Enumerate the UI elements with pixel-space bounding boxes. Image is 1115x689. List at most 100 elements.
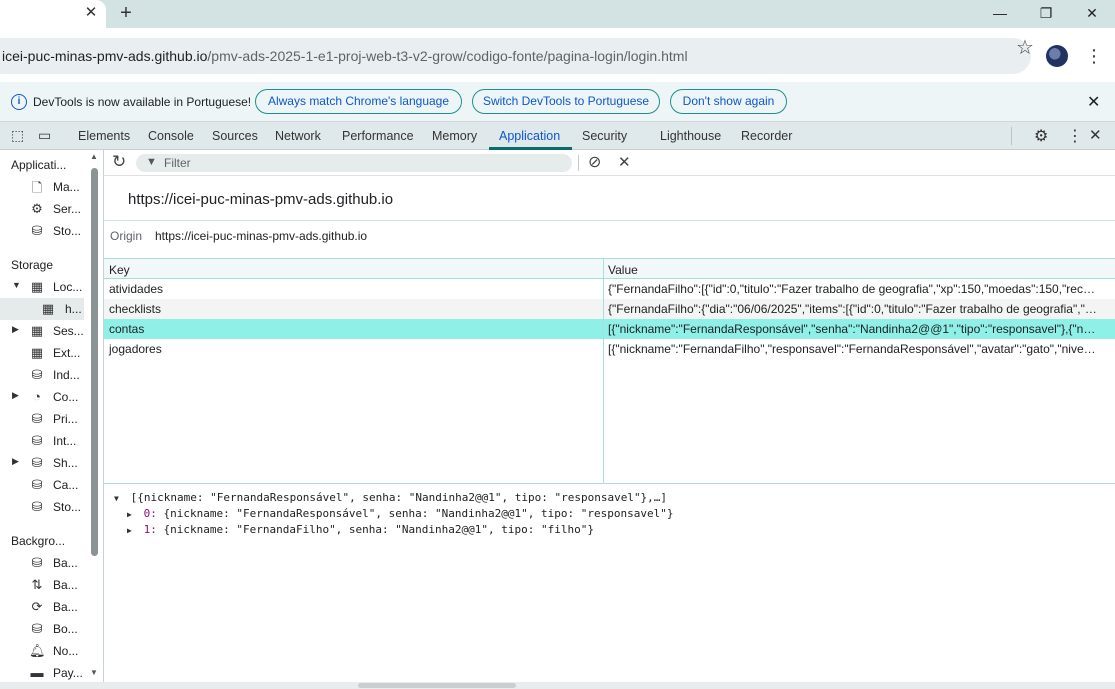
tab-application[interactable]: Application <box>499 129 560 143</box>
up-down-arrows-icon: ⇅ <box>31 577 43 592</box>
sidebar-item-back-forward-cache[interactable]: ⛁ Ba... <box>0 552 88 574</box>
tab-recorder[interactable]: Recorder <box>741 129 792 143</box>
sidebar-item-label: Ba... <box>53 578 78 592</box>
collapsed-triangle-icon[interactable]: ▶ <box>12 456 19 467</box>
devtools-menu-icon[interactable]: ⋮ <box>1067 126 1083 146</box>
dont-show-again-button[interactable]: Don't show again <box>670 89 787 114</box>
sidebar-item-local-storage[interactable]: ▼ ▦ Loc... <box>12 276 88 298</box>
preview-root[interactable]: ▼ [{nickname: "FernandaResponsável", sen… <box>114 491 667 504</box>
collapsed-triangle-icon[interactable]: ▶ <box>127 526 137 535</box>
sidebar-item-local-storage-origin[interactable]: ▦ h... <box>0 298 84 320</box>
sidebar-scrollbar-thumb[interactable] <box>91 168 98 556</box>
sidebar-item-notifications[interactable]: 🔔︎ No... <box>0 640 88 662</box>
sidebar-section-application: Applicati... <box>11 158 67 172</box>
sidebar-item-service-workers[interactable]: ⚙ Ser... <box>0 198 88 220</box>
tab-strip: ✕ + — ❐ ✕ <box>0 0 1115 28</box>
sidebar-item-extension-storage[interactable]: ▦ Ext... <box>12 342 88 364</box>
table-row[interactable]: jogadores [{"nickname":"FernandaFilho","… <box>104 339 1115 359</box>
credit-card-icon: ▬ <box>30 665 44 680</box>
restore-icon[interactable]: ❐ <box>1031 2 1061 24</box>
bookmark-star-icon[interactable]: ☆ <box>1016 35 1034 60</box>
preview-item[interactable]: ▶ 1: {nickname: "FernandaFilho", senha: … <box>127 523 594 536</box>
sidebar-item-label: Ses... <box>53 324 84 338</box>
profile-avatar[interactable] <box>1046 45 1068 67</box>
devtools-tabbar: ⬚ ▭ Elements Console Sources Network Per… <box>0 122 1115 150</box>
switch-to-portuguese-button[interactable]: Switch DevTools to Portuguese <box>472 89 660 114</box>
tab-lighthouse[interactable]: Lighthouse <box>660 129 721 143</box>
sidebar-section-background: Backgro... <box>11 534 66 548</box>
minimize-icon[interactable]: — <box>985 2 1015 24</box>
window-close-icon[interactable]: ✕ <box>1077 2 1107 24</box>
sidebar-item-label: Co... <box>53 390 79 404</box>
match-language-button[interactable]: Always match Chrome's language <box>255 89 462 114</box>
sidebar-item-storage-overview[interactable]: ⛁ Sto... <box>0 220 88 242</box>
application-sidebar: Applicati... 🗋 Ma... ⚙ Ser... ⛁ Sto... S… <box>0 150 104 682</box>
preview-item-text: {nickname: "FernandaFilho", senha: "Nand… <box>163 523 594 536</box>
scroll-up-arrow-icon[interactable]: ▲ <box>90 152 98 161</box>
sidebar-item-indexeddb[interactable]: ⛁ Ind... <box>12 364 88 386</box>
sidebar-item-label: Pri... <box>53 412 78 426</box>
sidebar-item-manifest[interactable]: 🗋 Ma... <box>0 176 88 198</box>
divider <box>104 220 1115 221</box>
sidebar-section-storage: Storage <box>11 258 54 272</box>
key-value-table: Key Value atividades {"FernandaFilho":[{… <box>104 258 1115 484</box>
sidebar-item-cookies[interactable]: ▶ ◔ Co... <box>12 386 88 408</box>
infobar-close-icon[interactable]: ✕ <box>1087 92 1100 112</box>
sync-icon: ⟳ <box>31 599 43 614</box>
table-row[interactable]: checklists {"FernandaFilho":{"dia":"06/0… <box>104 299 1115 319</box>
preview-item[interactable]: ▶ 0: {nickname: "FernandaResponsável", s… <box>127 507 673 520</box>
filter-box[interactable]: ▼ <box>136 154 572 172</box>
sidebar-item-cache-storage[interactable]: ⛁ Ca... <box>12 474 88 496</box>
browser-tab[interactable]: ✕ <box>0 0 106 28</box>
sidebar-item-private-state-tokens[interactable]: ⛁ Pri... <box>12 408 88 430</box>
inspect-element-icon[interactable]: ⬚ <box>11 127 24 144</box>
address-bar[interactable]: icei-puc-minas-pmv-ads.github.io/pmv-ads… <box>0 38 1031 74</box>
expanded-triangle-icon[interactable]: ▼ <box>12 280 21 290</box>
tab-close-icon[interactable]: ✕ <box>82 4 100 22</box>
collapsed-triangle-icon[interactable]: ▶ <box>127 510 137 519</box>
refresh-icon[interactable]: ↻ <box>112 152 126 172</box>
sidebar-item-background-fetch[interactable]: ⇅ Ba... <box>0 574 88 596</box>
tab-console[interactable]: Console <box>148 129 194 143</box>
new-tab-icon[interactable]: + <box>116 3 136 23</box>
sidebar-item-shared-storage[interactable]: ▶ ⛁ Sh... <box>12 452 88 474</box>
tab-performance[interactable]: Performance <box>342 129 414 143</box>
table-header: Key Value <box>104 259 1115 279</box>
tab-sources[interactable]: Sources <box>212 129 258 143</box>
tab-elements[interactable]: Elements <box>78 129 130 143</box>
device-toolbar-icon[interactable]: ▭ <box>38 127 51 144</box>
horizontal-scrollbar-thumb[interactable] <box>358 683 516 688</box>
origin-value: https://icei-puc-minas-pmv-ads.github.io <box>155 229 368 243</box>
collapsed-triangle-icon[interactable]: ▶ <box>12 324 19 335</box>
table-row-selected[interactable]: contas [{"nickname":"FernandaResponsável… <box>104 319 1115 339</box>
column-header-value[interactable]: Value <box>608 263 638 277</box>
sidebar-item-interest-groups[interactable]: ⛁ Int... <box>12 430 88 452</box>
table-icon: ▦ <box>41 301 55 316</box>
settings-gear-icon[interactable]: ⚙ <box>1034 126 1048 146</box>
table-icon: ▦ <box>30 279 44 294</box>
chrome-menu-icon[interactable]: ⋮ <box>1085 45 1103 67</box>
tab-security[interactable]: Security <box>582 129 627 143</box>
clear-all-icon[interactable]: ⊘ <box>588 152 601 172</box>
devtools-close-icon[interactable]: ✕ <box>1089 126 1102 144</box>
sidebar-item-session-storage[interactable]: ▶ ▦ Ses... <box>12 320 88 342</box>
scroll-down-arrow-icon[interactable]: ▼ <box>90 668 98 677</box>
filter-input[interactable] <box>164 155 564 171</box>
row-value: [{"nickname":"FernandaResponsável","senh… <box>608 322 1098 336</box>
page-horizontal-scrollbar[interactable] <box>0 682 1115 689</box>
column-header-key[interactable]: Key <box>109 263 130 277</box>
tab-memory[interactable]: Memory <box>432 129 477 143</box>
sidebar-item-background-sync[interactable]: ⟳ Ba... <box>0 596 88 618</box>
expanded-triangle-icon[interactable]: ▼ <box>114 494 124 503</box>
column-resizer[interactable] <box>603 259 604 484</box>
sidebar-item-bounce-tracking[interactable]: ⛁ Bo... <box>0 618 88 640</box>
collapsed-triangle-icon[interactable]: ▶ <box>12 390 19 401</box>
delete-selected-icon[interactable]: ✕ <box>618 153 631 171</box>
sidebar-item-storage-buckets[interactable]: ⛁ Sto... <box>12 496 88 518</box>
origin-row: Origin https://icei-puc-minas-pmv-ads.gi… <box>110 229 367 243</box>
sidebar-item-label: Pay... <box>53 666 83 680</box>
url-path: /pmv-ads-2025-1-e1-proj-web-t3-v2-grow/c… <box>207 48 688 64</box>
table-row[interactable]: atividades {"FernandaFilho":[{"id":0,"ti… <box>104 279 1115 299</box>
tab-network[interactable]: Network <box>275 129 321 143</box>
sidebar-item-payment-handler[interactable]: ▬ Pay... <box>0 662 88 682</box>
